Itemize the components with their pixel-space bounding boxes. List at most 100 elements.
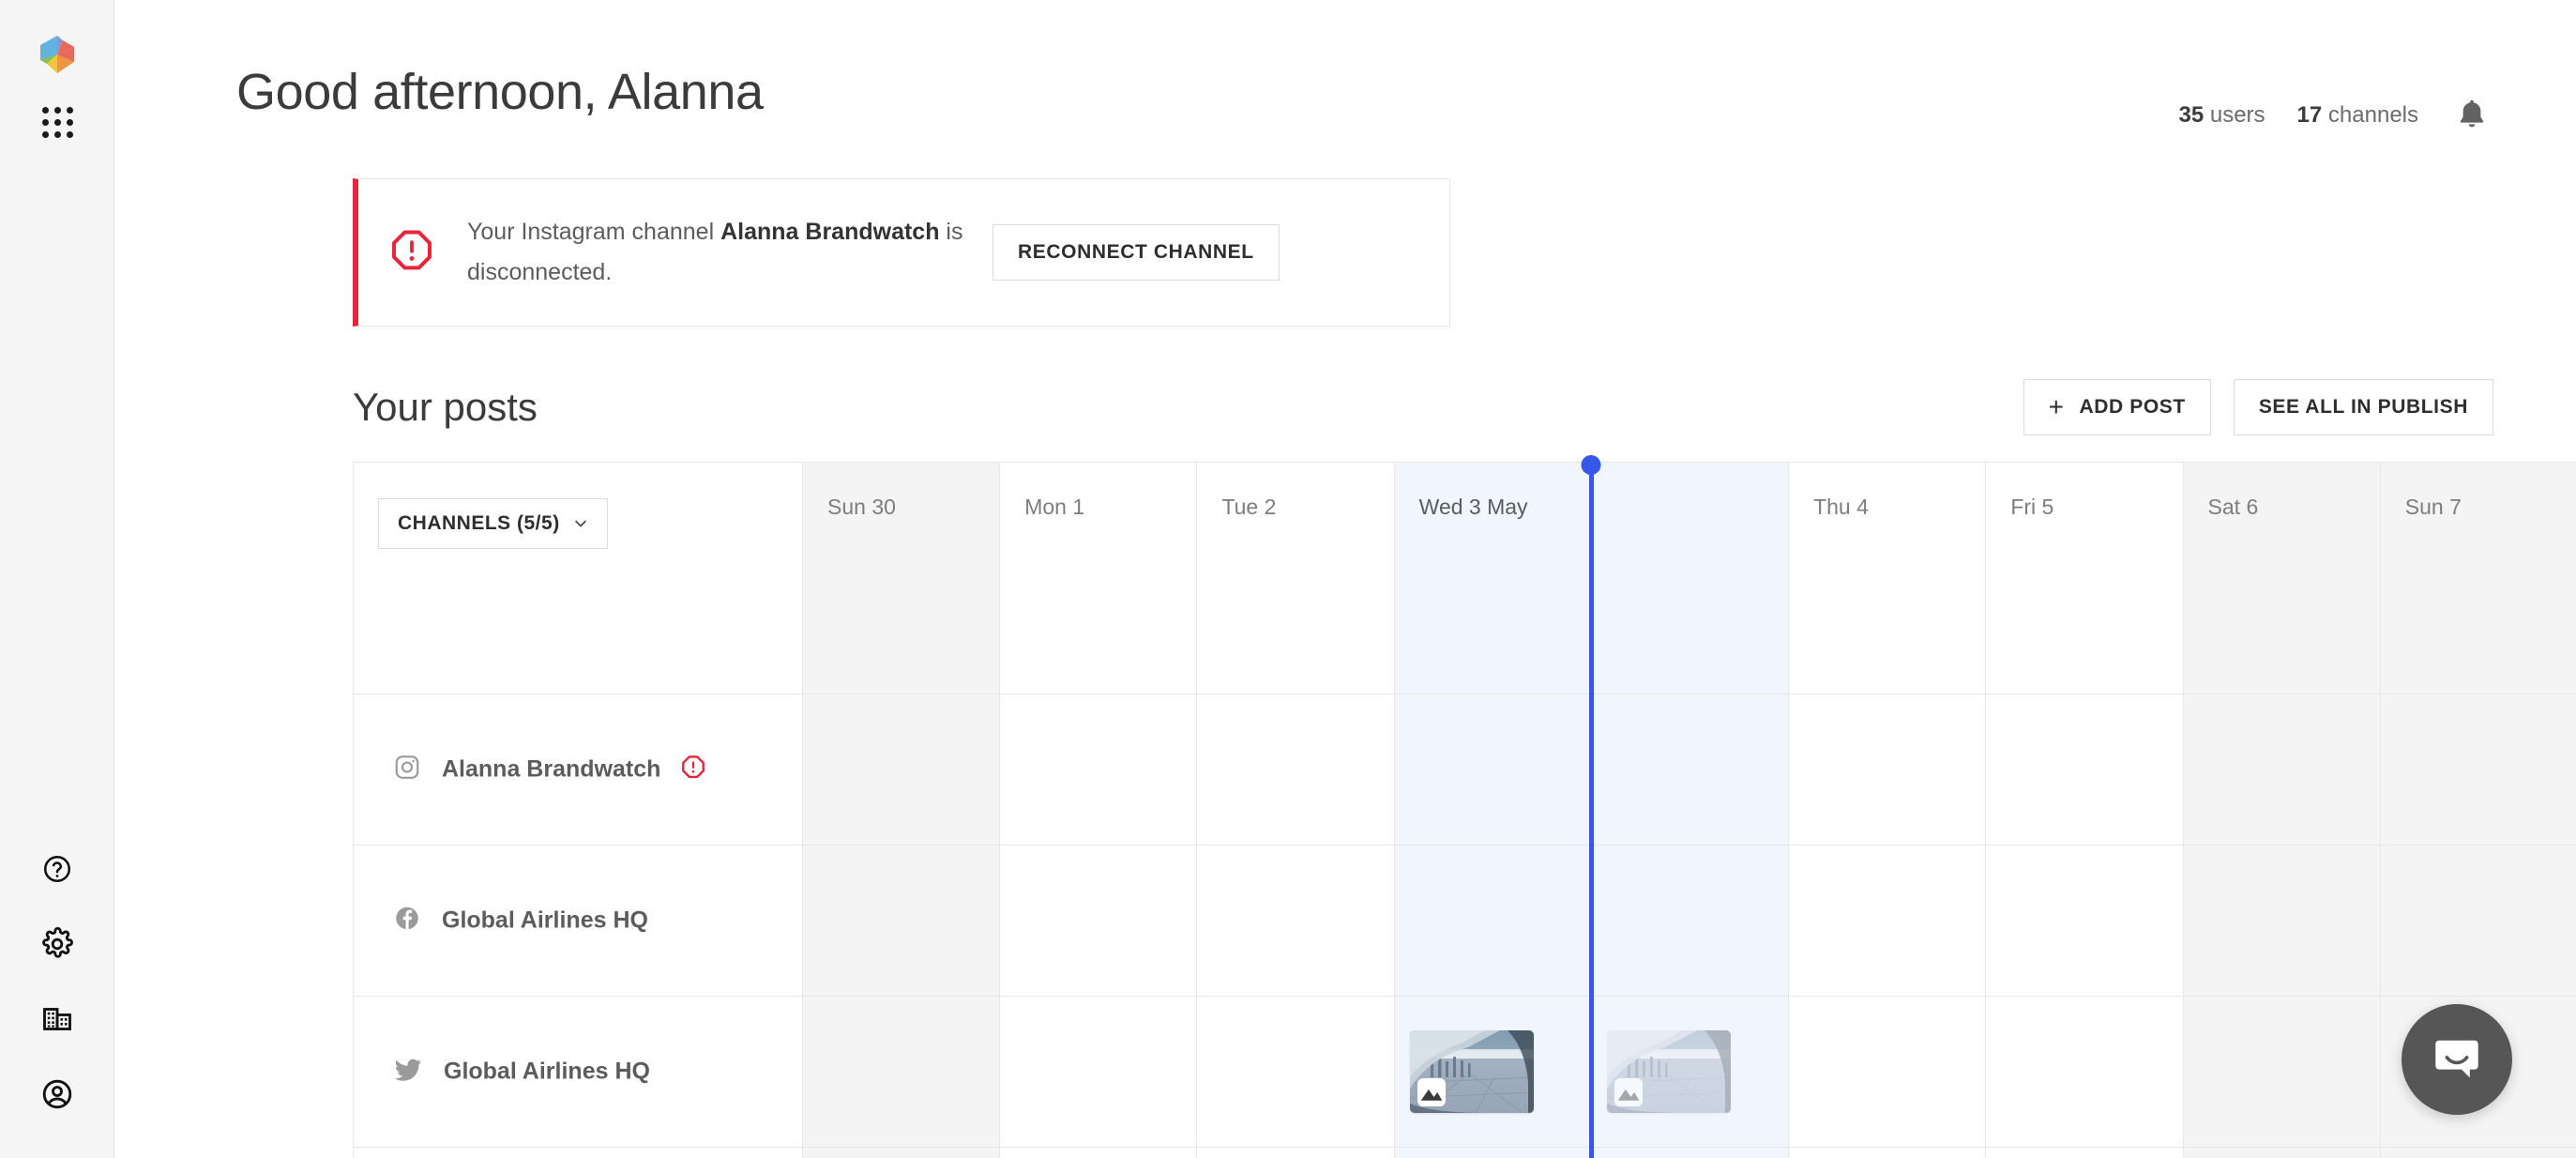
calendar-day-header: Mon 1 — [999, 463, 1196, 693]
channel-name: Global Airlines HQ — [444, 1058, 650, 1085]
instagram-icon — [393, 754, 421, 786]
calendar-cell[interactable] — [1590, 997, 1789, 1147]
calendar-cell[interactable] — [2182, 997, 2380, 1147]
calendar-cell[interactable] — [1985, 846, 2182, 996]
bell-icon — [2460, 99, 2484, 128]
posts-section-header: Your posts + ADD POST SEE ALL IN PUBLISH — [114, 379, 2576, 435]
question-circle-icon — [43, 855, 71, 883]
channel-label-cell[interactable]: Global Airlines HQ — [354, 846, 802, 996]
calendar-cell[interactable] — [1196, 694, 1393, 845]
image-icon — [1614, 1078, 1643, 1106]
building-icon — [43, 1008, 71, 1030]
calendar-day-label: Thu 4 — [1813, 495, 1869, 519]
header-stats: 35 users 17 channels — [2178, 66, 2493, 137]
reconnect-channel-button[interactable]: RECONNECT CHANNEL — [993, 224, 1280, 281]
channel-label-cell[interactable]: Alanna Brandwatch — [354, 694, 802, 845]
post-thumbnail[interactable] — [1606, 1030, 1731, 1113]
calendar-cell[interactable] — [802, 846, 1000, 996]
calendar-channel-row: Global Airlines HQ — [354, 997, 2576, 1148]
calendar-cell[interactable] — [2379, 694, 2576, 845]
calendar-cell[interactable] — [1590, 846, 1789, 996]
settings-button[interactable] — [0, 907, 114, 982]
brand-logo[interactable] — [0, 21, 114, 88]
users-count: 35 — [2178, 102, 2205, 128]
channel-error-icon[interactable] — [681, 755, 705, 785]
calendar-cell[interactable] — [999, 694, 1196, 845]
calendar-cell[interactable] — [2379, 846, 2576, 996]
calendar-day-label: Sun 30 — [827, 495, 896, 519]
grid-dots-icon — [41, 106, 73, 138]
chat-bubble-smile-icon — [2435, 1040, 2478, 1078]
left-rail — [0, 0, 114, 1158]
calendar-body: Alanna Brandwatch Global Airlines HQ Globa… — [354, 694, 2576, 1158]
channels-filter-dropdown[interactable]: CHANNELS (5/5) — [378, 498, 608, 549]
error-octagon-icon — [390, 229, 433, 277]
calendar-cell[interactable] — [802, 1148, 1000, 1158]
company-button[interactable] — [0, 982, 114, 1057]
calendar-cell[interactable] — [1393, 1148, 1591, 1158]
calendar-cell[interactable] — [1196, 846, 1393, 996]
page-title: Good afternoon, Alanna — [236, 64, 764, 120]
help-button[interactable] — [0, 831, 114, 907]
calendar-wrap: CHANNELS (5/5) Sun 30 Mon 1 Tue 2 Wed 3 May… — [114, 455, 2576, 1158]
left-rail-bottom — [0, 831, 114, 1132]
channels-stat: 17 channels — [2297, 102, 2418, 129]
calendar-cell-posts — [1592, 997, 1788, 1147]
calendar-day-header: Tue 2 — [1196, 463, 1393, 693]
calendar-day-label: Fri 5 — [2010, 495, 2054, 519]
post-thumbnail[interactable] — [1409, 1030, 1534, 1113]
notifications-button[interactable] — [2450, 94, 2493, 137]
account-circle-icon — [42, 1079, 72, 1109]
calendar-cell[interactable] — [1788, 1148, 1985, 1158]
app-switcher-button[interactable] — [0, 88, 114, 156]
posts-actions: + ADD POST SEE ALL IN PUBLISH — [2023, 379, 2493, 435]
calendar-cell[interactable] — [1393, 997, 1591, 1147]
calendar-cell[interactable] — [1788, 846, 1985, 996]
channel-label-cell[interactable]: Hollan Vintage Boks — [354, 1148, 802, 1158]
calendar-cell[interactable] — [2182, 1148, 2380, 1158]
calendar-day-label: Wed 3 May — [1418, 495, 1528, 519]
calendar-cell[interactable] — [1393, 846, 1591, 996]
channel-label: Alanna Brandwatch — [393, 754, 705, 786]
calendar-cell[interactable] — [1590, 1148, 1789, 1158]
calendar-cell[interactable] — [999, 997, 1196, 1147]
calendar-day-label: Sun 7 — [2404, 495, 2462, 519]
calendar-cell[interactable] — [1393, 694, 1591, 845]
chat-launcher-button[interactable] — [2402, 1004, 2512, 1115]
calendar-cell[interactable] — [1788, 694, 1985, 845]
brandwatch-hexagon-logo-icon — [40, 36, 74, 73]
calendar-cell[interactable] — [999, 1148, 1196, 1158]
calendar-day-label: Sat 6 — [2207, 495, 2259, 519]
calendar-cell[interactable] — [1985, 694, 2182, 845]
calendar-cell[interactable] — [1788, 997, 1985, 1147]
alert-channel-name: Alanna Brandwatch — [720, 219, 940, 245]
account-button[interactable] — [0, 1057, 114, 1132]
calendar-cell[interactable] — [802, 997, 1000, 1147]
add-post-button[interactable]: + ADD POST — [2023, 379, 2211, 435]
channel-name: Global Airlines HQ — [442, 907, 648, 934]
calendar-cell[interactable] — [1196, 1148, 1393, 1158]
calendar-cell[interactable] — [1196, 997, 1393, 1147]
channels-label: channels — [2327, 102, 2418, 128]
add-post-label: ADD POST — [2079, 396, 2186, 418]
calendar-cell[interactable] — [2182, 846, 2380, 996]
calendar-day-label: Mon 1 — [1024, 495, 1085, 519]
channel-disconnected-alert: Your Instagram channel Alanna Brandwatch… — [353, 178, 1450, 327]
calendar-day-header: Sun 7 — [2379, 463, 2576, 693]
calendar-channel-row: Global Airlines HQ — [354, 846, 2576, 997]
calendar-cell[interactable] — [1985, 1148, 2182, 1158]
channels-filter-label: CHANNELS (5/5) — [398, 512, 560, 534]
calendar-day-label: Tue 2 — [1221, 495, 1277, 519]
calendar-cell[interactable] — [802, 694, 1000, 845]
calendar-day-header: Sun 30 — [802, 463, 1000, 693]
calendar-cell[interactable] — [2182, 694, 2380, 845]
channel-label-cell[interactable]: Global Airlines HQ — [354, 997, 802, 1147]
calendar-cell[interactable] — [1590, 694, 1789, 845]
gear-icon — [42, 927, 73, 958]
calendar-cell[interactable] — [1985, 997, 2182, 1147]
calendar-cell[interactable] — [2379, 1148, 2576, 1158]
chevron-down-icon — [574, 520, 586, 527]
calendar-cell[interactable] — [999, 846, 1196, 996]
twitter-icon — [393, 1055, 423, 1089]
see-all-in-publish-button[interactable]: SEE ALL IN PUBLISH — [2233, 379, 2493, 435]
